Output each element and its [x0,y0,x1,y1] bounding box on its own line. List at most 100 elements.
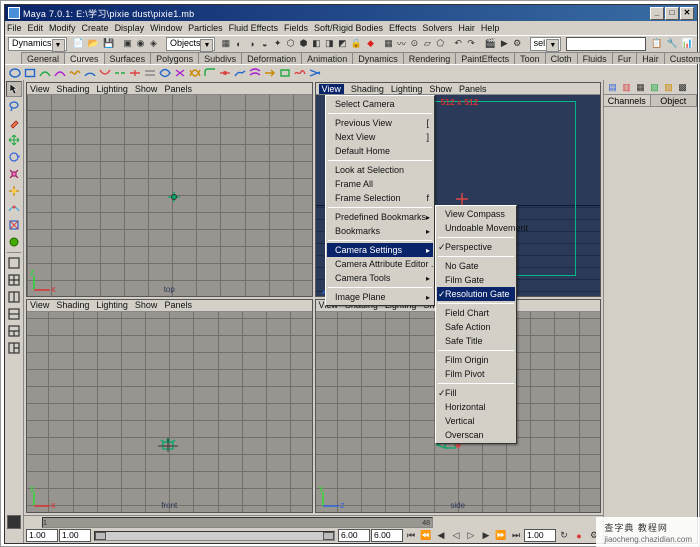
menu-item-previous-view[interactable]: Previous View[ [327,116,433,130]
viewport-canvas[interactable]: zx top [27,95,312,296]
curve-extend-icon[interactable] [233,67,247,79]
playback-start-field[interactable]: 1.00 [59,529,91,542]
menu-item-film-origin[interactable]: Film Origin [437,353,515,367]
shelf-tab-animation[interactable]: Animation [301,52,353,64]
snap-plane-icon[interactable]: ▱ [422,37,433,51]
two-stack-icon[interactable] [6,306,22,322]
shelf-tab-painteffects[interactable]: PaintEffects [455,52,515,64]
render-globals-icon[interactable]: ⚙ [512,37,523,51]
new-scene-icon[interactable]: 📄 [72,37,85,51]
curve-align-icon[interactable] [143,67,157,79]
panel-menu-show[interactable]: Show [429,84,452,94]
cb-icon[interactable]: ▦ [634,81,647,94]
panel-menu-shading[interactable]: Shading [56,300,89,310]
tab-object[interactable]: Object [651,95,698,106]
menu-item-next-view[interactable]: Next View] [327,130,433,144]
viewport-canvas[interactable]: yx front [27,312,312,513]
step-fwd-icon[interactable]: ⏩ [494,529,508,543]
shelf-tab-polygons[interactable]: Polygons [150,52,199,64]
autokey-icon[interactable]: ● [572,529,586,543]
history-icon[interactable]: ↷ [466,37,477,51]
manip-tool[interactable] [6,183,22,199]
rewind-icon[interactable]: ⏮ [404,529,418,543]
ipr-icon[interactable]: ▶ [499,37,510,51]
panel-menu-panels[interactable]: Panels [164,300,192,310]
menu-item-select-camera[interactable]: Select Camera [327,97,433,111]
curve-pencil-icon[interactable] [68,67,82,79]
mask-selector[interactable]: Objects [166,37,216,51]
cb-icon[interactable]: ▤ [606,81,619,94]
two-side-icon[interactable] [6,289,22,305]
menu-item-vertical[interactable]: Vertical [437,414,515,428]
cb-icon[interactable]: ▧ [648,81,661,94]
curve-cv-icon[interactable] [53,67,67,79]
current-time-field[interactable]: 1.00 [524,529,556,542]
viewport-front[interactable]: ViewShadingLightingShowPanels yx front [26,299,313,514]
curve-open-icon[interactable] [158,67,172,79]
sel-obj-icon[interactable]: ◉ [135,37,146,51]
menu-item-fill[interactable]: ✓Fill [437,386,515,400]
menu-file[interactable]: File [7,23,22,33]
cb-icon[interactable]: ▩ [676,81,689,94]
menu-item-no-gate[interactable]: No Gate [437,259,515,273]
three-left-icon[interactable] [6,340,22,356]
show-manip-tool[interactable] [6,217,22,233]
mask-icon[interactable]: ✦ [272,37,283,51]
curve-project-icon[interactable] [308,67,322,79]
shelf-tab-toon[interactable]: Toon [514,52,546,64]
render-icon[interactable]: 🎬 [484,37,497,51]
menu-item-film-pivot[interactable]: Film Pivot [437,367,515,381]
next-key-icon[interactable]: ▶ [479,529,493,543]
menu-edit[interactable]: Edit [28,23,44,33]
shelf-tab-dynamics[interactable]: Dynamics [352,52,404,64]
shelf-tab-custom[interactable]: Custom [664,52,700,64]
curve-rebuild-icon[interactable] [278,67,292,79]
viewport-top[interactable]: ViewShadingLightingShowPanels zx top [26,82,313,297]
mask-icon[interactable]: ◐ [233,37,244,51]
step-back-icon[interactable]: ⏪ [419,529,433,543]
loop-icon[interactable]: ↻ [557,529,571,543]
menu-window[interactable]: Window [150,23,182,33]
play-back-icon[interactable]: ◁ [449,529,463,543]
maximize-button[interactable]: □ [665,7,679,20]
curve-reverse-icon[interactable] [263,67,277,79]
save-scene-icon[interactable]: 💾 [102,37,115,51]
close-button[interactable]: ✕ [680,7,694,20]
menu-item-resolution-gate[interactable]: ✓Resolution Gate [437,287,515,301]
four-pane-icon[interactable] [6,272,22,288]
curve-cut-icon[interactable] [173,67,187,79]
shelf-tab-curves[interactable]: Curves [64,52,105,64]
menu-fluideffects[interactable]: Fluid Effects [229,23,278,33]
menu-item-film-gate[interactable]: Film Gate [437,273,515,287]
cb-icon[interactable]: ▥ [620,81,633,94]
mask-icon[interactable]: ◩ [337,37,348,51]
history-icon[interactable]: ↶ [453,37,464,51]
menu-item-field-chart[interactable]: Field Chart [437,306,515,320]
menu-create[interactable]: Create [82,23,109,33]
shelf-tab-general[interactable]: General [21,52,65,64]
shelf-tab-rendering[interactable]: Rendering [403,52,457,64]
three-top-icon[interactable] [6,323,22,339]
mask-icon[interactable]: ◒ [259,37,270,51]
menu-fields[interactable]: Fields [284,23,308,33]
prev-key-icon[interactable]: ◀ [434,529,448,543]
range-handle-right[interactable] [323,532,334,540]
highlight-icon[interactable]: ◆ [365,37,376,51]
menu-item-image-plane[interactable]: Image Plane [327,290,433,304]
curve-offset-icon[interactable] [248,67,262,79]
menu-effects[interactable]: Effects [389,23,416,33]
range-end-field[interactable]: 6.00 [371,529,403,542]
curve-ep-icon[interactable] [38,67,52,79]
shelf-tab-hair[interactable]: Hair [636,52,665,64]
curve-intersect-icon[interactable] [188,67,202,79]
curve-add-icon[interactable] [98,67,112,79]
panel-menu-view[interactable]: View [30,300,49,310]
mask-icon[interactable]: ⬡ [285,37,296,51]
scale-tool[interactable] [6,166,22,182]
snap-grid-icon[interactable]: ▦ [383,37,394,51]
paint-select-tool[interactable] [6,115,22,131]
range-slider[interactable] [94,531,335,541]
menu-item-safe-title[interactable]: Safe Title [437,334,515,348]
sel-comp-icon[interactable]: ◈ [148,37,159,51]
mask-icon[interactable]: ⬢ [298,37,309,51]
